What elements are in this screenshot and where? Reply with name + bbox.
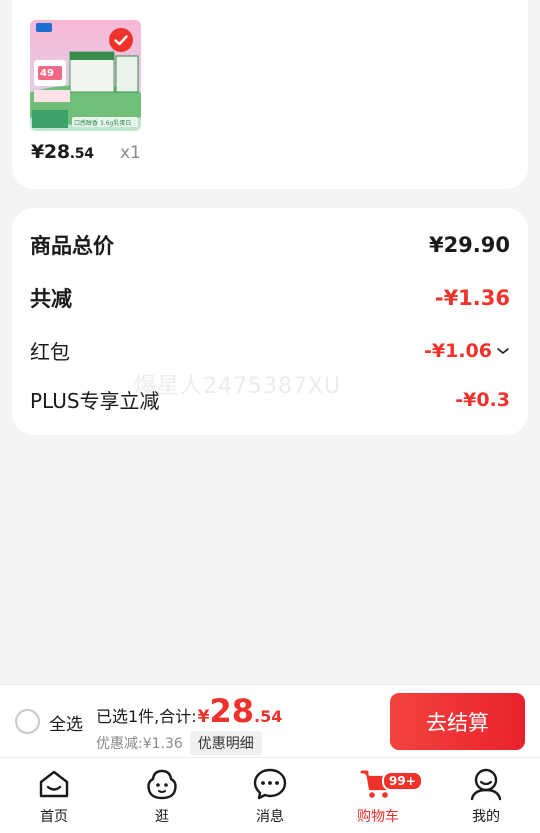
plus-discount-label: PLUS专享立减 [30,389,160,413]
tab-cart[interactable]: 99+ 购物车 [338,766,423,826]
tab-home[interactable]: 首页 [14,766,94,826]
image-caption-price: 49 [40,68,54,79]
goods-total-row: 商品总价 ¥29.90 [30,230,510,260]
red-packet-value-wrap[interactable]: -¥1.06 [424,340,510,362]
home-icon [39,770,69,798]
select-all-radio[interactable] [15,709,40,734]
cart-page: 49 口感醇香 3.6g乳蛋白 ¥28.54 x1 商品总价 ¥29.90 共减… [0,0,540,833]
tab-profile-label: 我的 [472,809,500,825]
product-image[interactable]: 49 口感醇香 3.6g乳蛋白 [30,20,141,131]
discount-line: 优惠减:¥1.36 优惠明细 [96,731,262,755]
red-packet-value: -¥1.06 [424,339,492,362]
image-caption-slogan: 口感醇香 3.6g乳蛋白 [74,120,132,127]
goods-total-value: ¥29.90 [428,233,510,257]
total-reduce-value: -¥1.36 [434,286,510,310]
browse-icon [147,769,177,800]
profile-icon [470,768,502,801]
chevron-down-icon[interactable] [496,346,510,356]
red-packet-row[interactable]: 红包 -¥1.06 [30,336,510,365]
price-summary-card: 商品总价 ¥29.90 共减 -¥1.36 红包 -¥1.06 PLUS专享立减… [12,208,528,435]
discount-text: 优惠减:¥1.36 [96,736,183,752]
selected-summary: 已选1件,合计: ¥ 28 .54 [96,695,282,727]
tab-home-label: 首页 [40,809,68,825]
total-currency: ¥ [197,707,210,727]
goods-total-label: 商品总价 [30,234,114,258]
product-quantity: x1 [120,143,141,163]
product-price-dec: .54 [69,146,94,162]
selected-count-text: 已选1件,合计: [96,707,197,726]
product-card: 49 口感醇香 3.6g乳蛋白 ¥28.54 x1 [12,0,528,189]
tab-messages[interactable]: 消息 [230,766,310,826]
plus-discount-row: PLUS专享立减 -¥0.3 [30,385,510,414]
tab-profile[interactable]: 我的 [446,766,526,826]
checkout-bar: 全选 已选1件,合计: ¥ 28 .54 优惠减:¥1.36 优惠明细 去结算 [0,684,540,757]
message-icon [253,768,287,800]
total-reduce-label: 共减 [30,287,72,311]
plus-discount-value: -¥0.3 [455,388,510,411]
total-amount-dec: .54 [254,707,283,726]
checkout-button[interactable]: 去结算 [390,693,525,750]
red-packet-label: 红包 [30,340,70,364]
total-reduce-row: 共减 -¥1.36 [30,283,510,313]
tab-browse[interactable]: 逛 [122,766,202,826]
product-price: ¥28.54 [31,141,94,163]
tab-messages-label: 消息 [256,809,284,825]
tab-cart-label: 购物车 [357,809,399,825]
cart-count-badge: 99+ [382,771,423,791]
select-all-label[interactable]: 全选 [49,710,83,735]
selected-check-icon[interactable] [109,28,133,52]
discount-detail-button[interactable]: 优惠明细 [189,731,262,755]
bottom-tab-bar: 首页 逛 消息 99+ 购物车 我的 [0,757,540,833]
product-price-int: ¥28 [31,141,70,163]
tab-browse-label: 逛 [155,809,169,825]
total-amount-int: 28 [209,692,255,730]
